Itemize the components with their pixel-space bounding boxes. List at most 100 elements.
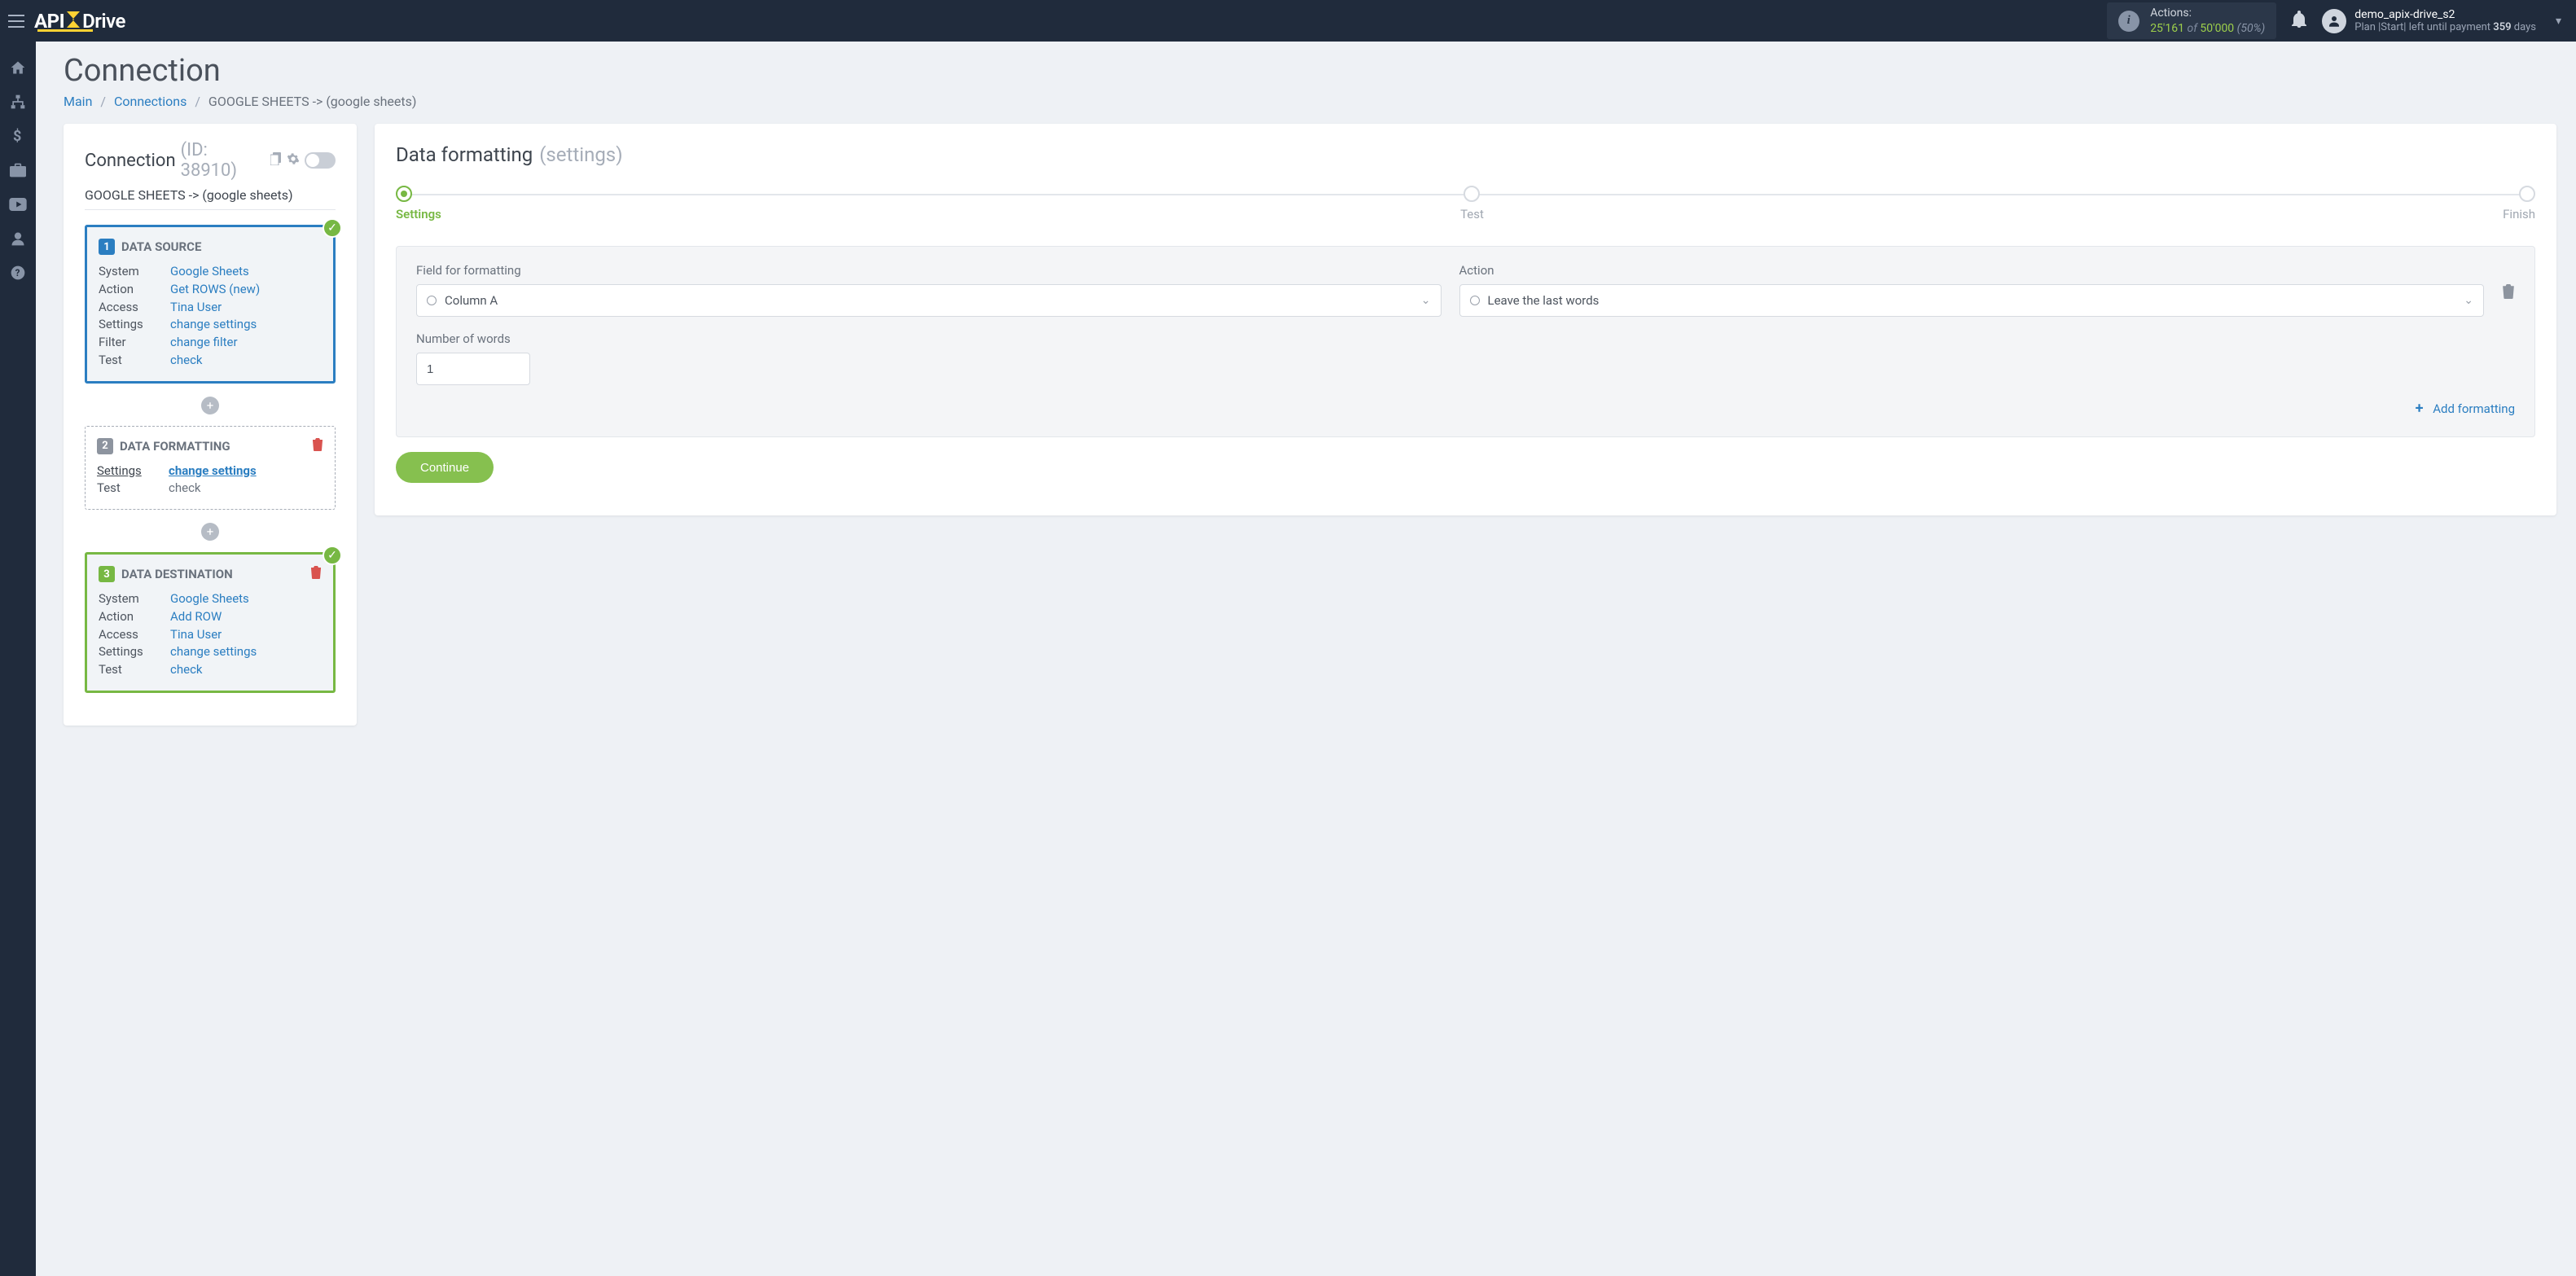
add-step-button[interactable]: +: [201, 523, 219, 541]
breadcrumb: Main / Connections / GOOGLE SHEETS -> (g…: [64, 94, 2556, 109]
row-value[interactable]: Tina User: [170, 626, 222, 644]
field-select[interactable]: Column A ⌄: [416, 284, 1442, 317]
stepper-step-settings[interactable]: Settings: [396, 186, 441, 221]
row-value[interactable]: change settings: [170, 316, 257, 334]
connection-toggle[interactable]: [305, 152, 336, 169]
action-label: Action: [1459, 263, 2485, 278]
add-step-button[interactable]: +: [201, 397, 219, 414]
card-data-source[interactable]: ✓ 1DATA SOURCE SystemGoogle SheetsAction…: [85, 225, 336, 384]
row-key: Test: [99, 352, 170, 370]
sidebar-sitemap-icon[interactable]: [0, 86, 36, 118]
sidebar-youtube-icon[interactable]: [0, 188, 36, 221]
actions-counter[interactable]: i Actions: 25'161 of 50'000 (50%): [2107, 2, 2277, 38]
card-row: Testcheck: [99, 661, 322, 679]
card-data-formatting[interactable]: 2 DATA FORMATTING Settingschange settings…: [85, 426, 336, 511]
avatar-icon: [2322, 9, 2346, 33]
breadcrumb-main[interactable]: Main: [64, 94, 92, 109]
row-key: System: [99, 263, 170, 281]
sidebar-dollar-icon[interactable]: $: [0, 120, 36, 152]
delete-row-icon[interactable]: [2502, 284, 2515, 311]
card-row: Filterchange filter: [99, 334, 322, 352]
menu-icon[interactable]: [8, 15, 24, 28]
svg-text:?: ?: [15, 267, 20, 278]
stepper-step-finish[interactable]: Finish: [2503, 186, 2535, 221]
row-key: Settings: [99, 643, 170, 661]
sidebar-help-icon[interactable]: ?: [0, 257, 36, 289]
panel-subtitle: (settings): [539, 143, 622, 166]
row-value[interactable]: Add ROW: [170, 608, 222, 626]
gear-icon[interactable]: [287, 152, 300, 169]
actions-used: 25'161: [2150, 22, 2184, 35]
check-icon: ✓: [323, 546, 342, 565]
row-key: Test: [99, 661, 170, 679]
action-select[interactable]: Leave the last words ⌄: [1459, 284, 2485, 317]
chevron-down-icon: ⌄: [2464, 294, 2473, 307]
row-value[interactable]: check: [170, 661, 203, 679]
stepper-step-test[interactable]: Test: [1460, 186, 1484, 221]
row-key: Access: [99, 626, 170, 644]
card-title-text: DATA DESTINATION: [121, 567, 233, 581]
actions-pct: (50%): [2237, 22, 2266, 35]
row-value[interactable]: change settings: [169, 463, 257, 480]
card-row: Settingschange settings: [97, 463, 323, 480]
stepper: Settings Test Finish: [396, 186, 2535, 221]
sidebar: $ ?: [0, 42, 36, 1276]
row-value[interactable]: check: [170, 352, 203, 370]
check-icon: ✓: [323, 218, 342, 238]
row-value[interactable]: change filter: [170, 334, 238, 352]
row-key: Filter: [99, 334, 170, 352]
bell-icon[interactable]: [2291, 10, 2307, 32]
row-value: check: [169, 480, 201, 498]
info-icon: i: [2118, 11, 2139, 32]
add-formatting-link[interactable]: + Add formatting: [2416, 400, 2515, 417]
step-number: 2: [97, 438, 113, 454]
trash-icon[interactable]: [312, 438, 323, 454]
card-row: Testcheck: [99, 352, 322, 370]
field-label: Field for formatting: [416, 263, 1442, 278]
connection-name: GOOGLE SHEETS -> (google sheets): [85, 187, 336, 210]
sidebar-user-icon[interactable]: [0, 222, 36, 255]
row-value[interactable]: Google Sheets: [170, 590, 249, 608]
chevron-down-icon[interactable]: ▾: [2556, 15, 2561, 28]
row-key: Action: [99, 608, 170, 626]
card-title-text: DATA FORMATTING: [120, 439, 230, 454]
connection-panel: Connection (ID: 38910) GOOGLE SHEETS -> …: [64, 124, 357, 726]
panel-title: Data formatting: [396, 143, 533, 166]
card-row: ActionAdd ROW: [99, 608, 322, 626]
card-row: Settingschange settings: [99, 643, 322, 661]
svg-text:$: $: [13, 128, 21, 144]
card-row: SystemGoogle Sheets: [99, 263, 322, 281]
card-row: Settingschange settings: [99, 316, 322, 334]
formatting-form: Field for formatting Column A ⌄ Action: [396, 246, 2535, 437]
sidebar-briefcase-icon[interactable]: [0, 154, 36, 186]
sidebar-home-icon[interactable]: [0, 51, 36, 84]
row-value[interactable]: Google Sheets: [170, 263, 249, 281]
breadcrumb-current: GOOGLE SHEETS -> (google sheets): [208, 94, 417, 109]
card-row: Testcheck: [97, 480, 323, 498]
user-menu[interactable]: demo_apix-drive_s2 Plan |Start| left unt…: [2322, 8, 2536, 33]
row-value[interactable]: change settings: [170, 643, 257, 661]
card-row: AccessTina User: [99, 626, 322, 644]
row-key: System: [99, 590, 170, 608]
actions-label: Actions:: [2150, 6, 2265, 20]
breadcrumb-connections[interactable]: Connections: [114, 94, 187, 109]
connection-id: (ID: 38910): [181, 140, 265, 181]
chevron-down-icon: ⌄: [1421, 294, 1431, 307]
row-value[interactable]: Get ROWS (new): [170, 281, 260, 299]
continue-button[interactable]: Continue: [396, 452, 494, 483]
trash-icon[interactable]: [310, 566, 322, 582]
row-value[interactable]: Tina User: [170, 299, 222, 317]
field-value: Column A: [445, 293, 498, 308]
card-row: SystemGoogle Sheets: [99, 590, 322, 608]
step-number: 1: [99, 239, 115, 255]
copy-icon[interactable]: [270, 152, 282, 169]
formatting-panel: Data formatting (settings) Settings Test…: [375, 124, 2556, 515]
radio-icon: [427, 296, 437, 305]
row-key: Test: [97, 480, 169, 498]
row-key: Access: [99, 299, 170, 317]
row-key: Action: [99, 281, 170, 299]
actions-of: of: [2187, 22, 2200, 35]
card-data-destination[interactable]: ✓ 3DATA DESTINATION SystemGoogle SheetsA…: [85, 552, 336, 693]
num-words-input[interactable]: [416, 353, 530, 385]
row-key: Settings: [97, 463, 169, 480]
